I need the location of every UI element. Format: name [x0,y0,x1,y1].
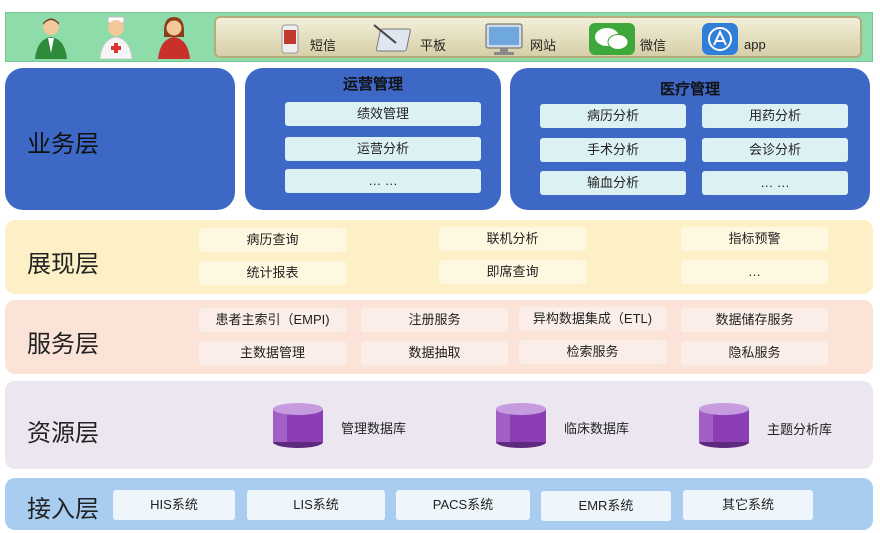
channel-wechat[interactable]: 微信 [588,23,666,55]
monitor-icon [485,23,523,55]
channel-sms[interactable]: 短信 [274,23,336,55]
access-layer-title: 接入层 [27,496,99,523]
service-item[interactable]: 检索服务 [519,340,666,364]
database-icon [273,403,323,448]
channel-app-label: app [744,36,766,52]
database-icon [496,403,546,448]
service-item[interactable]: 数据抽取 [361,341,508,365]
channel-website-label: 网站 [530,37,557,53]
access-system-item[interactable]: LIS系统 [247,490,385,520]
channel-bar: 短信 平板 网站 微信 app [214,16,862,58]
channel-app[interactable]: app [700,23,766,55]
service-item[interactable]: 患者主索引（EMPI) [199,308,346,332]
medical-management-box: 医疗管理 病历分析 用药分析 手术分析 会诊分析 输血分析 … … [510,68,870,210]
channel-tablet[interactable]: 平板 [372,23,446,55]
service-layer-title: 服务层 [27,331,99,358]
operations-item[interactable]: 运营分析 [285,137,481,161]
database-icon [699,403,749,448]
access-system-item[interactable]: HIS系统 [113,490,235,520]
presentation-item[interactable]: 联机分析 [439,227,586,251]
medical-item[interactable]: 用药分析 [702,104,848,128]
presentation-item[interactable]: 统计报表 [199,261,346,285]
wechat-icon [589,23,635,55]
male-user-icon [35,18,67,59]
access-layer: 接入层 HIS系统 LIS系统 PACS系统 EMR系统 其它系统 [5,478,873,530]
female-user-icon [158,17,190,59]
medical-item[interactable]: 病历分析 [540,104,686,128]
presentation-item[interactable]: … [681,260,828,284]
operations-item[interactable]: 绩效管理 [285,102,481,126]
service-item[interactable]: 异构数据集成（ETL) [519,307,666,331]
access-system-item[interactable]: 其它系统 [683,490,813,520]
app-icon [702,23,738,55]
nurse-user-icon [99,16,133,59]
access-system-item[interactable]: EMR系统 [541,491,671,521]
medical-management-title: 医疗管理 [659,81,720,98]
resource-layer: 资源层 管理数据库 临床数据库 主题分析库 [5,381,873,469]
user-channel-strip: 短信 平板 网站 微信 app [5,12,873,62]
medical-item[interactable]: 会诊分析 [702,138,848,162]
operations-management-title: 运营管理 [342,76,403,93]
presentation-layer-title: 展现层 [27,251,99,278]
access-system-item[interactable]: PACS系统 [396,490,530,520]
business-layer-title: 业务层 [27,131,99,158]
channel-website[interactable]: 网站 [482,23,556,55]
presentation-layer: 展现层 病历查询 联机分析 指标预警 统计报表 即席查询 … [5,220,873,294]
medical-item[interactable]: … … [702,171,848,195]
channel-wechat-label: 微信 [640,37,667,53]
service-item[interactable]: 主数据管理 [199,341,346,365]
service-layer: 服务层 患者主索引（EMPI) 注册服务 异构数据集成（ETL) 数据储存服务 … [5,300,873,374]
channel-tablet-label: 平板 [420,37,447,53]
medical-item[interactable]: 手术分析 [540,138,686,162]
presentation-item[interactable]: 指标预警 [681,227,828,251]
database-label: 临床数据库 [564,421,630,436]
service-item[interactable]: 隐私服务 [681,341,828,365]
resource-layer-title: 资源层 [27,420,99,447]
operations-management-box: 运营管理 绩效管理 运营分析 … … [245,68,501,210]
phone-icon [281,24,299,54]
service-item[interactable]: 数据储存服务 [681,308,828,332]
presentation-item[interactable]: 病历查询 [199,228,346,252]
channel-sms-label: 短信 [310,37,337,53]
service-item[interactable]: 注册服务 [361,308,508,332]
tablet-icon [373,24,411,52]
database-label: 管理数据库 [341,421,407,436]
operations-item[interactable]: … … [285,169,481,193]
business-layer-label-box: 业务层 [5,68,235,210]
database-label: 主题分析库 [767,422,833,437]
presentation-item[interactable]: 即席查询 [439,260,586,284]
medical-item[interactable]: 输血分析 [540,171,686,195]
